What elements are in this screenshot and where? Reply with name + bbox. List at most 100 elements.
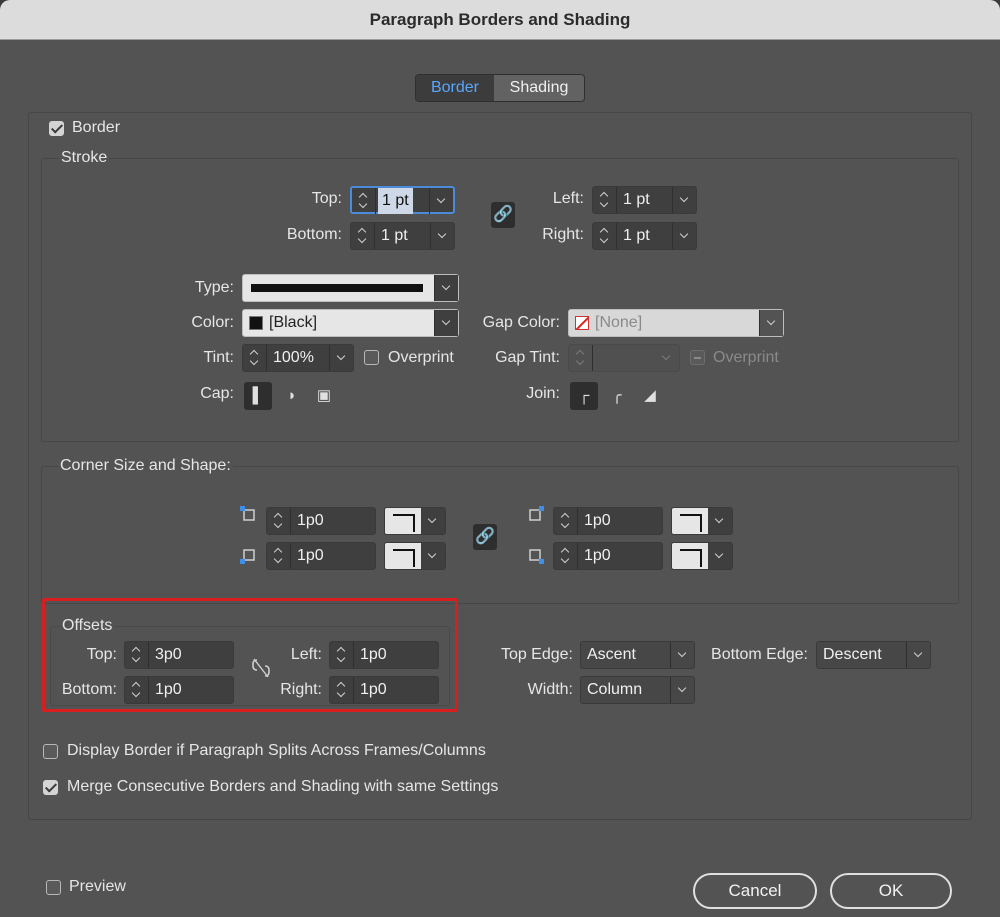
overprint-label: Overprint — [388, 349, 454, 366]
chevron-down-icon[interactable] — [434, 275, 458, 301]
paragraph-borders-dialog: Paragraph Borders and Shading Border Sha… — [0, 0, 1000, 917]
gap-overprint-checkbox[interactable] — [690, 350, 705, 365]
corner-bottom-left-field[interactable]: 1p0 — [266, 542, 376, 570]
gap-color-label: Gap Color: — [482, 314, 560, 331]
corner-bottom-left-value: 1p0 — [297, 547, 324, 564]
stroke-bottom-field[interactable]: 1 pt — [350, 222, 455, 250]
merge-borders-checkbox[interactable] — [43, 780, 58, 795]
corner-top-right-value: 1p0 — [584, 512, 611, 529]
corner-bottom-right-stepper[interactable] — [554, 543, 578, 569]
chevron-down-icon[interactable] — [329, 345, 353, 371]
round-cap-icon[interactable]: ◗ — [278, 382, 306, 410]
stroke-left-label: Left: — [552, 190, 584, 207]
stroke-bottom-value: 1 pt — [381, 227, 408, 244]
corner-top-left-value: 1p0 — [297, 512, 324, 529]
display-border-checkbox[interactable] — [43, 744, 58, 759]
tab-shading[interactable]: Shading — [494, 75, 584, 101]
corner-group — [41, 466, 959, 604]
corner-top-left-shape[interactable] — [384, 507, 446, 535]
width-label: Width: — [527, 681, 573, 698]
stroke-color-label: Color: — [191, 314, 234, 331]
bottom-edge-select[interactable]: Descent — [816, 641, 931, 669]
chevron-down-icon[interactable] — [421, 508, 445, 534]
border-checkbox-label: Border — [72, 119, 121, 136]
corner-top-left-field[interactable]: 1p0 — [266, 507, 376, 535]
tab-border[interactable]: Border — [416, 75, 494, 101]
stroke-left-field[interactable]: 1 pt — [592, 186, 697, 214]
chevron-down-icon[interactable] — [759, 310, 783, 336]
stroke-top-value: 1 pt — [378, 188, 413, 214]
bottom-right-corner-icon — [529, 549, 544, 564]
corner-top-right-shape[interactable] — [671, 507, 733, 535]
bevel-join-icon[interactable]: ◢ — [636, 382, 664, 410]
stroke-left-value: 1 pt — [623, 191, 650, 208]
gap-color-select[interactable]: [None] — [568, 309, 784, 337]
chevron-down-icon[interactable] — [655, 345, 679, 371]
stroke-top-label: Top: — [311, 190, 342, 207]
chevron-down-icon[interactable] — [906, 642, 930, 668]
top-edge-value: Ascent — [587, 646, 636, 663]
corner-bottom-right-field[interactable]: 1p0 — [553, 542, 663, 570]
stroke-bottom-stepper[interactable] — [351, 223, 375, 249]
stroke-top-stepper[interactable] — [352, 188, 376, 214]
cancel-button[interactable]: Cancel — [693, 873, 817, 909]
black-swatch-icon — [249, 316, 263, 330]
bottom-left-corner-icon — [240, 549, 255, 564]
chevron-down-icon[interactable] — [672, 187, 696, 213]
stroke-right-field[interactable]: 1 pt — [592, 222, 697, 250]
stroke-right-stepper[interactable] — [593, 223, 617, 249]
gap-tint-field[interactable] — [568, 344, 680, 372]
chevron-down-icon[interactable] — [429, 188, 453, 214]
stroke-type-select[interactable] — [242, 274, 459, 302]
chevron-down-icon[interactable] — [708, 508, 732, 534]
chevron-down-icon[interactable] — [708, 543, 732, 569]
corner-bottom-left-shape[interactable] — [384, 542, 446, 570]
ok-button[interactable]: OK — [830, 873, 952, 909]
corner-bottom-right-shape[interactable] — [671, 542, 733, 570]
gap-color-value: [None] — [595, 314, 643, 331]
corner-legend: Corner Size and Shape: — [58, 457, 233, 475]
projecting-cap-icon[interactable]: ▣ — [310, 382, 338, 410]
top-left-corner-icon — [240, 506, 255, 521]
stroke-top-field[interactable]: 1 pt — [350, 186, 455, 214]
merge-borders-label: Merge Consecutive Borders and Shading wi… — [67, 778, 499, 795]
display-border-label: Display Border if Paragraph Splits Acros… — [67, 742, 486, 759]
corner-top-left-stepper[interactable] — [267, 508, 291, 534]
stroke-left-stepper[interactable] — [593, 187, 617, 213]
top-edge-select[interactable]: Ascent — [580, 641, 695, 669]
stroke-color-select[interactable]: [Black] — [242, 309, 459, 337]
gap-tint-stepper[interactable] — [569, 345, 593, 371]
stroke-tint-field[interactable]: 100% — [242, 344, 354, 372]
round-join-icon[interactable]: ╭ — [603, 382, 631, 410]
overprint-checkbox[interactable] — [364, 350, 379, 365]
corner-bottom-left-stepper[interactable] — [267, 543, 291, 569]
chevron-down-icon[interactable] — [670, 642, 694, 668]
none-swatch-icon — [575, 316, 589, 330]
bottom-edge-value: Descent — [823, 646, 882, 663]
stroke-tint-stepper[interactable] — [243, 345, 267, 371]
link-icon[interactable]: 🔗 — [491, 202, 515, 228]
top-edge-label: Top Edge: — [500, 646, 573, 663]
chevron-down-icon[interactable] — [434, 310, 458, 336]
top-right-corner-icon — [529, 506, 544, 521]
chevron-down-icon[interactable] — [672, 223, 696, 249]
highlight-box — [42, 598, 458, 712]
miter-join-icon[interactable]: ┌ — [570, 382, 598, 410]
stroke-tint-label: Tint: — [203, 349, 234, 366]
preview-label: Preview — [69, 878, 126, 895]
chevron-down-icon[interactable] — [670, 677, 694, 703]
butt-cap-icon[interactable]: ▌ — [244, 382, 272, 410]
corner-link-icon[interactable]: 🔗 — [473, 524, 497, 550]
width-select[interactable]: Column — [580, 676, 695, 704]
border-checkbox[interactable] — [49, 121, 64, 136]
join-label: Join: — [526, 385, 560, 402]
corner-top-right-field[interactable]: 1p0 — [553, 507, 663, 535]
chevron-down-icon[interactable] — [421, 543, 445, 569]
chevron-down-icon[interactable] — [430, 223, 454, 249]
corner-bottom-right-value: 1p0 — [584, 547, 611, 564]
corner-top-right-stepper[interactable] — [554, 508, 578, 534]
preview-checkbox[interactable] — [46, 880, 61, 895]
solid-line-preview — [251, 284, 423, 292]
stroke-bottom-label: Bottom: — [286, 226, 342, 243]
stroke-color-value: [Black] — [269, 314, 318, 331]
